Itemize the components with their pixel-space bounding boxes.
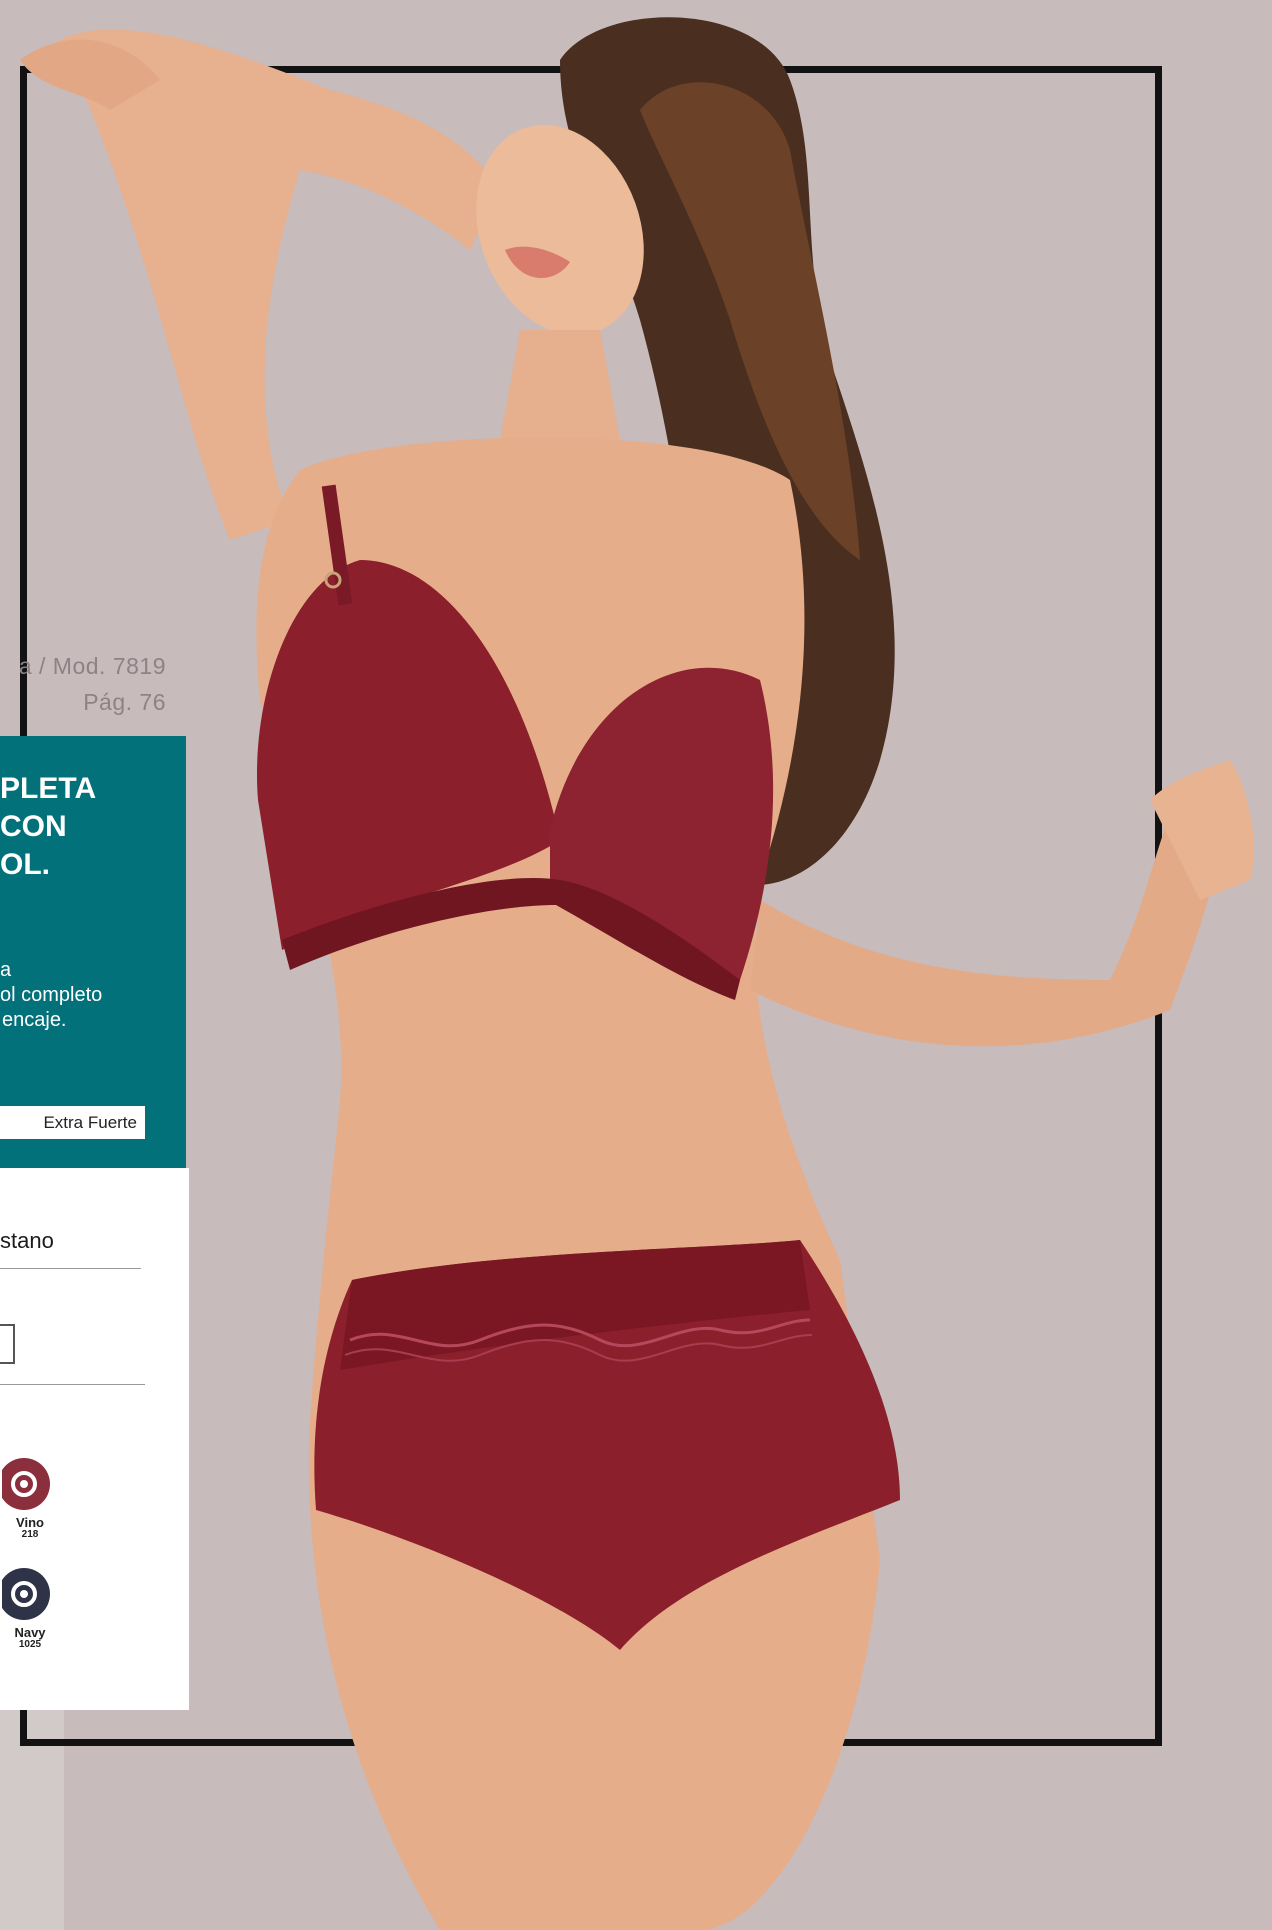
model-photo [20,17,1254,1930]
